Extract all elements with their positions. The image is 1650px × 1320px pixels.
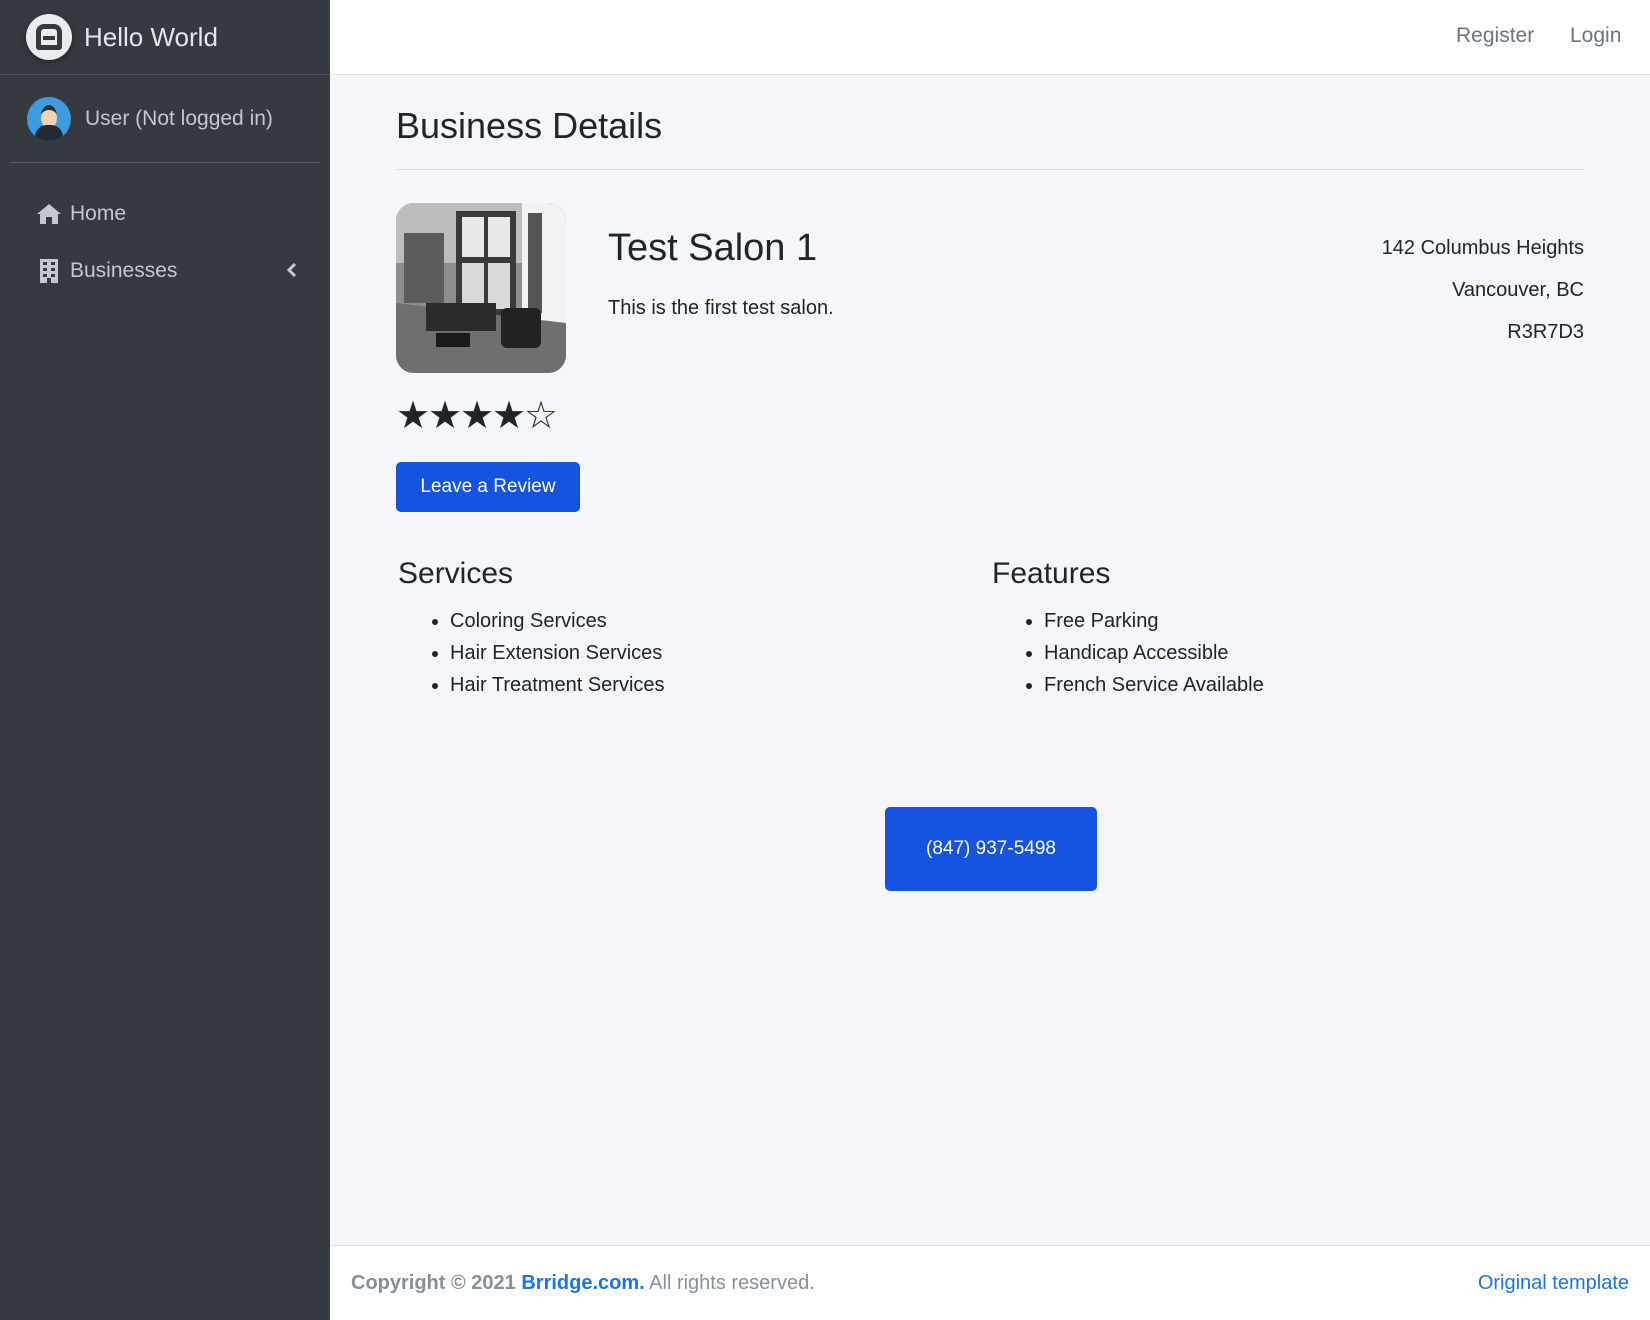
address-city: Vancouver, BC: [1452, 279, 1584, 301]
copyright-prefix: Copyright © 2021: [351, 1272, 516, 1294]
sidebar: Hello World User (Not logged in) Home Bu…: [0, 0, 330, 1320]
footer: Copyright © 2021 Brridge.com. All rights…: [330, 1245, 1650, 1320]
home-icon: [36, 203, 62, 225]
services-list: Coloring Services Hair Extension Service…: [398, 605, 665, 701]
brand-logo-icon: [26, 14, 72, 60]
list-item: French Service Available: [1044, 669, 1264, 701]
main-content: Business Details Test Salon 1 This is th…: [396, 75, 1584, 891]
business-name: Test Salon 1: [608, 227, 818, 269]
list-item: Hair Extension Services: [450, 637, 665, 669]
services-section: Services Coloring Services Hair Extensio…: [398, 557, 665, 701]
login-link[interactable]: Login: [1570, 24, 1621, 48]
user-name: User (Not logged in): [85, 106, 273, 130]
brand-link[interactable]: Hello World: [0, 0, 330, 75]
user-avatar: [27, 96, 71, 141]
rating-stars: ★★★★☆: [396, 393, 559, 438]
copyright-text: Copyright © 2021 Brridge.com. All rights…: [351, 1272, 815, 1295]
list-item: Handicap Accessible: [1044, 637, 1264, 669]
features-title: Features: [992, 557, 1111, 590]
list-item: Free Parking: [1044, 605, 1264, 637]
sidebar-item-businesses[interactable]: Businesses: [0, 242, 330, 299]
leave-review-button[interactable]: Leave a Review: [396, 462, 580, 512]
sidebar-item-label: Businesses: [70, 258, 178, 282]
site-link[interactable]: Brridge.com.: [521, 1272, 644, 1294]
user-panel[interactable]: User (Not logged in): [10, 75, 320, 163]
star-empty-icon: ☆: [524, 395, 559, 437]
star-filled-icon: ★: [396, 395, 431, 437]
star-filled-icon: ★: [460, 395, 495, 437]
divider: [396, 169, 1584, 170]
star-filled-icon: ★: [428, 395, 463, 437]
page-title: Business Details: [396, 105, 663, 146]
features-list: Free Parking Handicap Accessible French …: [992, 605, 1264, 701]
sidebar-nav: Home Businesses: [0, 163, 330, 299]
brand-name: Hello World: [84, 21, 218, 52]
address-street: 142 Columbus Heights: [1381, 237, 1584, 259]
list-item: Coloring Services: [450, 605, 665, 637]
address-postal: R3R7D3: [1507, 321, 1584, 343]
top-navbar: Register Login: [330, 0, 1650, 75]
list-item: Hair Treatment Services: [450, 669, 665, 701]
original-template-link[interactable]: Original template: [1478, 1272, 1629, 1295]
chevron-left-icon: [286, 258, 298, 284]
register-link[interactable]: Register: [1456, 24, 1534, 48]
services-title: Services: [398, 557, 514, 590]
business-image: [396, 203, 566, 373]
features-section: Features Free Parking Handicap Accessibl…: [992, 557, 1264, 701]
sidebar-item-label: Home: [70, 201, 127, 225]
business-address: 142 Columbus Heights Vancouver, BC R3R7D…: [1382, 227, 1584, 353]
rights-text: All rights reserved.: [649, 1272, 815, 1294]
building-icon: [36, 258, 62, 283]
sidebar-item-home[interactable]: Home: [0, 185, 330, 242]
star-filled-icon: ★: [492, 395, 527, 437]
phone-button[interactable]: (847) 937-5498: [885, 807, 1097, 891]
business-description: This is the first test salon.: [608, 297, 834, 319]
